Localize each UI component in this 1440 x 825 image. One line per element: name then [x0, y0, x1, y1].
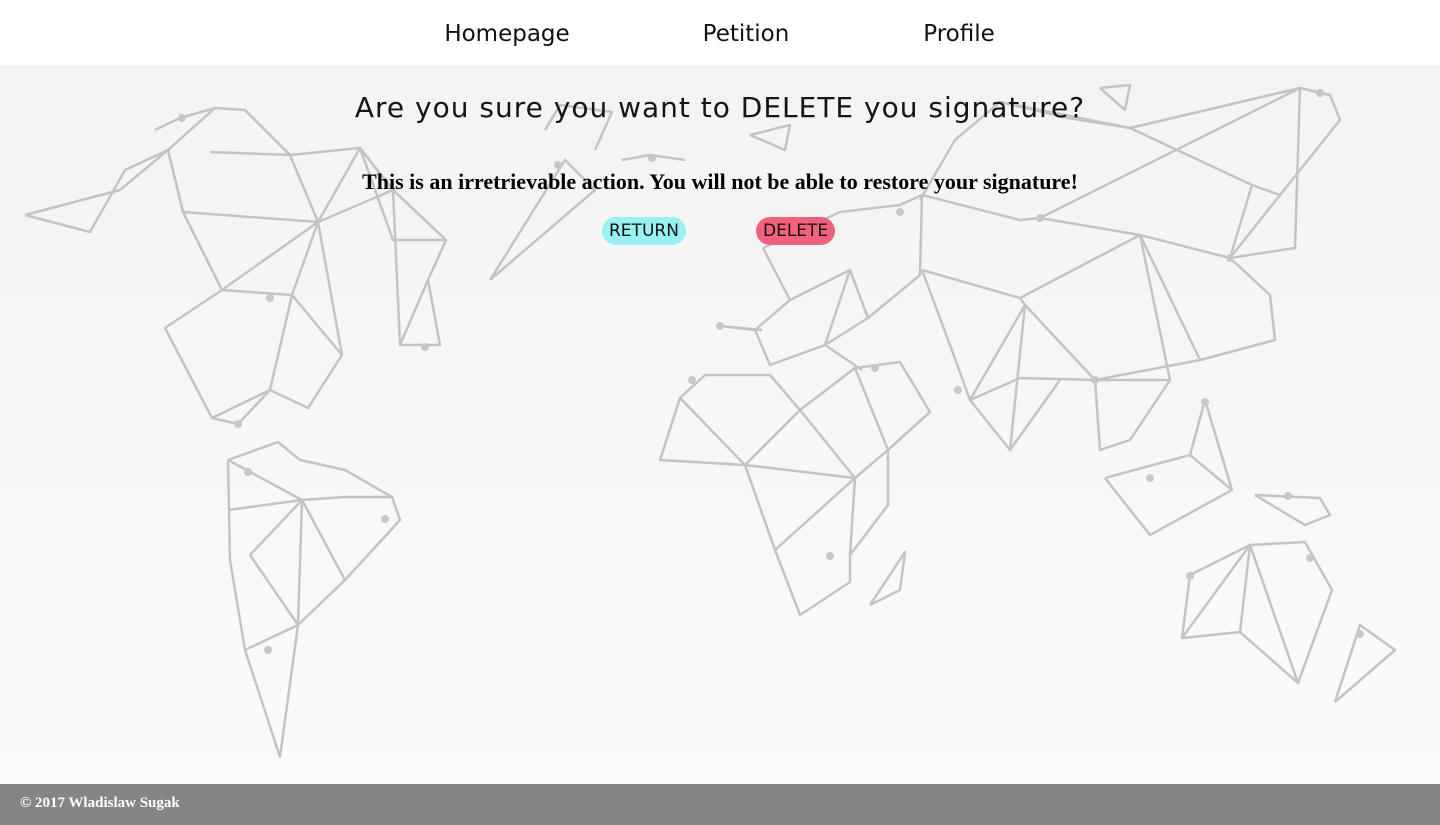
return-button[interactable]: RETURN	[602, 217, 686, 245]
nav-link-petition[interactable]: Petition	[703, 0, 790, 65]
delete-button[interactable]: DELETE	[756, 217, 836, 245]
top-nav: Homepage Petition Profile	[0, 0, 1440, 65]
warning-message: This is an irretrievable action. You wil…	[362, 169, 1078, 194]
footer: © 2017 Wladislaw Sugak	[0, 784, 1440, 825]
nav-link-profile[interactable]: Profile	[923, 0, 995, 65]
page-title: Are you sure you want to DELETE you sign…	[354, 91, 1086, 124]
footer-copyright: © 2017 Wladislaw Sugak	[20, 795, 180, 811]
nav-link-homepage[interactable]: Homepage	[444, 0, 569, 65]
